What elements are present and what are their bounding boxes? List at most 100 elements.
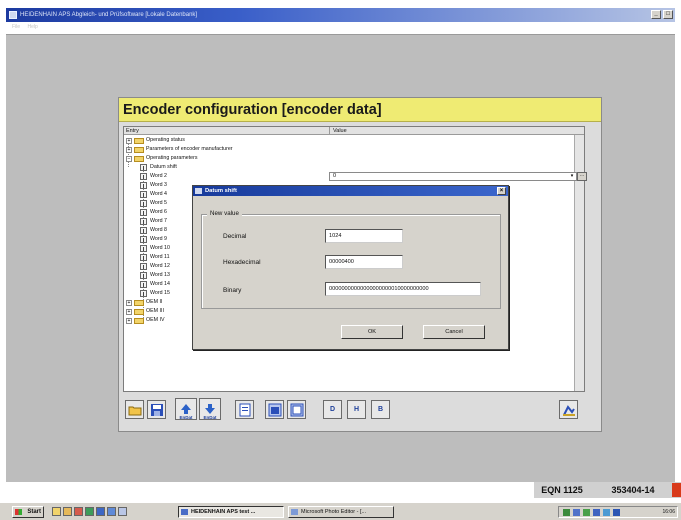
tree-item-word[interactable]: Word 2 (140, 172, 167, 181)
photo-editor-icon (291, 509, 298, 515)
tree-item-label: Word 12 (150, 263, 170, 269)
collapse-icon[interactable]: − (126, 155, 132, 162)
parameter-icon (140, 182, 147, 189)
hex-input[interactable]: 00000400 (325, 255, 403, 269)
tray-icon[interactable] (563, 509, 570, 516)
tree-item-oem-iii[interactable]: + OEM III (126, 307, 164, 316)
window-icon (268, 403, 281, 416)
endat-label: EnDat (179, 415, 193, 420)
datum-shift-value-field[interactable]: 0 ▾ … (329, 172, 587, 181)
dialog-title-bar[interactable]: Datum shift × (193, 186, 508, 196)
encoder-serial: 353404-14 (611, 485, 655, 495)
tree-item-word[interactable]: Word 6 (140, 208, 167, 217)
tray-icon[interactable] (573, 509, 580, 516)
cancel-button[interactable]: Cancel (423, 325, 485, 339)
save-button[interactable] (147, 400, 166, 419)
tree-item-operating-parameters[interactable]: − Operating parameters (126, 154, 198, 163)
tree-item-word[interactable]: Word 13 (140, 271, 170, 280)
expand-icon[interactable]: + (126, 137, 132, 144)
open-folder-icon (128, 406, 141, 415)
tree-item-word[interactable]: Word 14 (140, 280, 170, 289)
parameter-icon (140, 263, 147, 270)
parameter-icon (140, 281, 147, 288)
exit-icon (562, 404, 575, 416)
decimal-label: Decimal (223, 233, 247, 240)
expand-icon[interactable]: + (126, 299, 132, 306)
task-heidenhain[interactable]: HEIDENHAIN APS test ... (178, 506, 284, 518)
tray-icon[interactable] (613, 509, 620, 516)
tree-item-oem-ii[interactable]: + OEM II (126, 298, 162, 307)
tree-item-label: Word 15 (150, 290, 170, 296)
folder-icon (134, 146, 144, 153)
maximize-button[interactable]: □ (663, 10, 673, 19)
task-photo-editor[interactable]: Microsoft Photo Editor - [... (288, 506, 394, 518)
tree-item-word[interactable]: Word 3 (140, 181, 167, 190)
folder-icon (134, 299, 144, 306)
dropdown-arrow-icon[interactable]: ▾ (569, 174, 575, 179)
explorer-icon[interactable] (63, 507, 72, 516)
ellipsis-button[interactable]: … (577, 172, 587, 181)
group-label: New value (207, 210, 242, 217)
tree-item-word[interactable]: Word 10 (140, 244, 170, 253)
tree-item-datum-shift[interactable]: Datum shift (140, 163, 177, 172)
decimal-input[interactable]: 1024 (325, 229, 403, 243)
windows-flag-icon (15, 509, 22, 515)
tree-item-parameters-manufacturer[interactable]: + Parameters of encoder manufacturer (126, 145, 233, 154)
menu-help[interactable]: Help (27, 24, 37, 30)
expand-icon[interactable]: + (126, 317, 132, 324)
tree-item-oem-iv[interactable]: + OEM IV (126, 316, 165, 325)
hex-label: H (353, 406, 360, 413)
tree-item-operating-status[interactable]: + Operating status (126, 136, 185, 145)
parameter-icon (140, 164, 147, 171)
endat-write-button[interactable]: EnDat (199, 398, 221, 420)
tree-item-word[interactable]: Word 7 (140, 217, 167, 226)
tree-item-word[interactable]: Word 8 (140, 226, 167, 235)
close-button[interactable]: × (497, 187, 506, 195)
tree-item-word[interactable]: Word 11 (140, 253, 170, 262)
folder-icon[interactable] (52, 507, 61, 516)
document-button[interactable] (235, 400, 254, 419)
folder-icon (134, 137, 144, 144)
dialog-title: Datum shift (205, 188, 237, 194)
endat-read-button[interactable]: EnDat (175, 398, 197, 420)
hex-mode-button[interactable]: H (347, 400, 366, 419)
app-icon[interactable] (85, 507, 94, 516)
tree-item-word[interactable]: Word 12 (140, 262, 170, 271)
tree-item-word[interactable]: Word 5 (140, 199, 167, 208)
open-folder-button[interactable] (125, 400, 144, 419)
app-icon[interactable] (107, 507, 116, 516)
start-button[interactable]: Start (12, 506, 44, 518)
binary-mode-button[interactable]: B (371, 400, 390, 419)
column-entry[interactable]: Entry (126, 127, 139, 135)
expand-icon[interactable]: + (126, 146, 132, 153)
ok-button[interactable]: OK (341, 325, 403, 339)
app-icon[interactable] (118, 507, 127, 516)
tray-icon[interactable] (593, 509, 600, 516)
tree-item-word[interactable]: Word 9 (140, 235, 167, 244)
tree-item-label: Word 13 (150, 272, 170, 278)
parameter-icon (140, 173, 147, 180)
app-icon[interactable] (96, 507, 105, 516)
tray-icon[interactable] (603, 509, 610, 516)
main-window-title-bar[interactable]: HEIDENHAIN APS Abgleich- und Prüfsoftwar… (6, 8, 675, 22)
view-button-1[interactable] (265, 400, 284, 419)
hex-label: Hexadecimal (223, 259, 261, 266)
binary-input[interactable]: 00000000000000000000010000000000 (325, 282, 481, 296)
tree-item-word[interactable]: Word 15 (140, 289, 170, 298)
tree-item-word[interactable]: Word 4 (140, 190, 167, 199)
window-icon (290, 403, 303, 416)
app-icon[interactable] (74, 507, 83, 516)
tree-item-label: Word 10 (150, 245, 170, 251)
column-value[interactable]: Value (329, 127, 347, 135)
exit-button[interactable] (559, 400, 578, 419)
menu-file[interactable]: File (12, 24, 20, 30)
expand-icon[interactable]: + (126, 308, 132, 315)
tree-item-label: Word 4 (150, 191, 167, 197)
minimize-button[interactable]: _ (651, 10, 661, 19)
view-button-2[interactable] (287, 400, 306, 419)
decimal-mode-button[interactable]: D (323, 400, 342, 419)
tray-icon[interactable] (583, 509, 590, 516)
tree-item-label: Word 7 (150, 218, 167, 224)
task-label: HEIDENHAIN APS test ... (191, 509, 256, 515)
tree-item-label: Word 6 (150, 209, 167, 215)
